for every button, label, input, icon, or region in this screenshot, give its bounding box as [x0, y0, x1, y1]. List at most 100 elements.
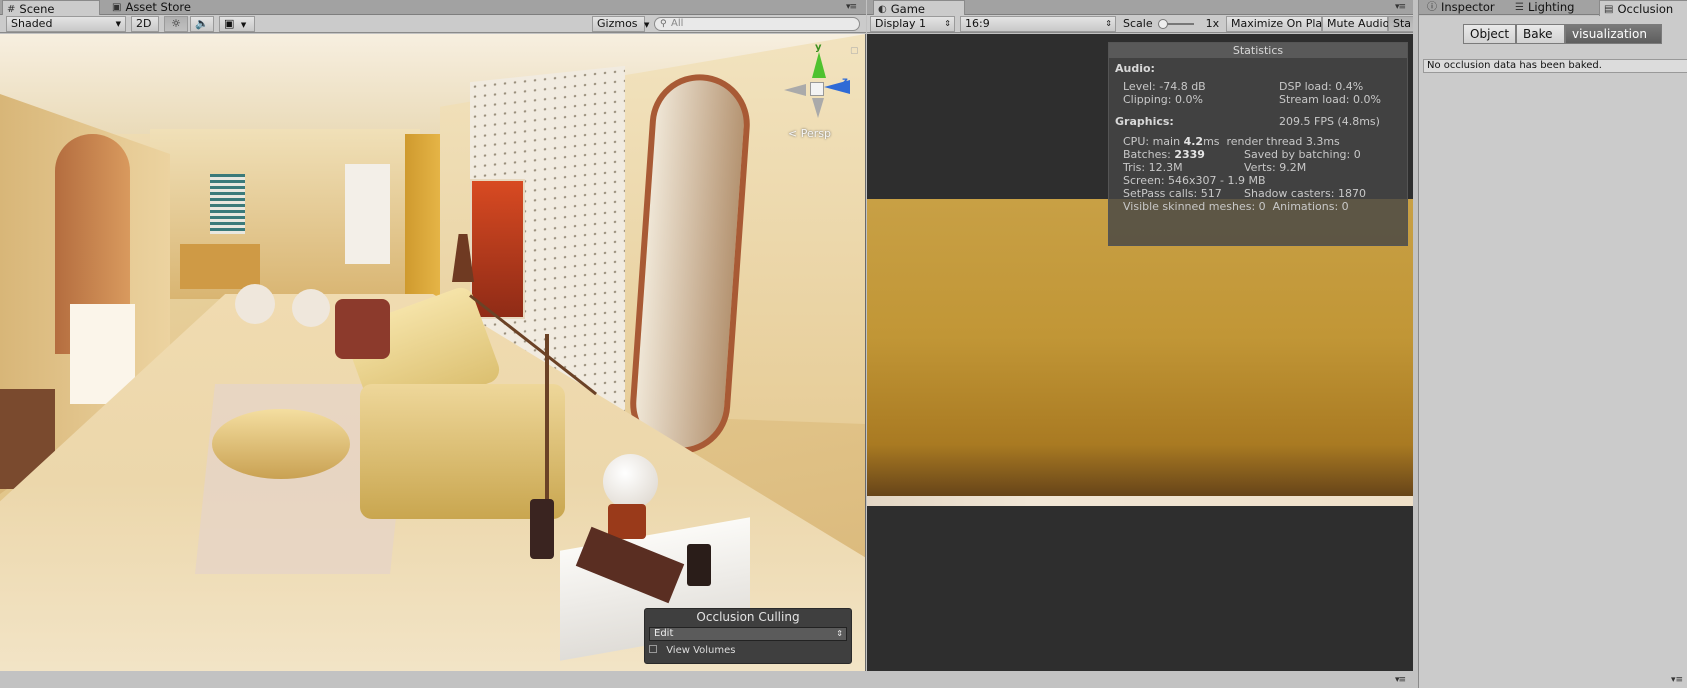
scene-search-input[interactable]: ⚲ All: [654, 17, 860, 31]
gizmo-x-cone[interactable]: [784, 84, 806, 96]
aspect-dropdown[interactable]: 16:9 ⇕: [960, 16, 1116, 32]
game-tab-strip: ◐ Game ▾≡: [867, 0, 1413, 17]
segment-bake-label: Bake: [1523, 27, 1553, 41]
shadow-casters-readout: Shadow casters: 1870: [1244, 187, 1366, 200]
gizmos-label: Gizmos: [597, 17, 638, 30]
cpu-rest: ms render thread 3.3ms: [1203, 135, 1340, 148]
stats-label: Sta: [1393, 17, 1412, 30]
chevron-down-icon: ▼: [240, 21, 247, 29]
chevron-down-icon: ▼: [115, 20, 121, 28]
audio-level: Level: -74.8 dB: [1123, 80, 1206, 93]
checkbox-icon[interactable]: [649, 645, 657, 653]
right-panel: ⓘ Inspector ☰ Lighting ▤ Occlusion Objec…: [1418, 0, 1687, 688]
batches-label: Batches:: [1123, 148, 1175, 161]
info-icon: ⓘ: [1427, 2, 1437, 13]
scale-slider[interactable]: [1158, 19, 1195, 29]
gizmo-y-cone[interactable]: [812, 52, 826, 78]
bake-status-message: No occlusion data has been baked.: [1423, 59, 1687, 73]
scale-control[interactable]: Scale 1x: [1123, 17, 1219, 30]
lighting-toggle-button[interactable]: ☼: [164, 16, 188, 32]
tab-inspector[interactable]: ⓘ Inspector: [1423, 0, 1501, 15]
game-floor-strip: [867, 496, 1413, 506]
table-lamp-base: [608, 504, 646, 539]
setpass-readout: SetPass calls: 517: [1123, 187, 1222, 200]
view-volumes-toggle[interactable]: View Volumes: [649, 645, 736, 656]
dark-vase: [530, 499, 554, 559]
gizmo-z-label: z: [842, 76, 848, 87]
persp-label[interactable]: < Persp: [788, 127, 831, 140]
bake-status-text: No occlusion data has been baked.: [1427, 60, 1602, 71]
audio-header: Audio:: [1115, 62, 1155, 75]
scene-bottom-bar: [0, 671, 866, 688]
armchair: [335, 299, 390, 359]
panel-menu-icon[interactable]: ▾≡: [1395, 2, 1406, 12]
kitchen-cabinets: [180, 244, 260, 289]
fps-readout: 209.5 FPS (4.8ms): [1279, 115, 1380, 128]
panel-menu-icon[interactable]: ▾≡: [846, 2, 857, 12]
far-doorway: [345, 164, 390, 264]
scene-gizmo[interactable]: y z ▢: [780, 42, 860, 126]
wall-art: [470, 179, 525, 319]
statistics-overlay: Statistics Audio: Level: -74.8 dB DSP lo…: [1108, 42, 1408, 246]
display-dropdown[interactable]: Display 1 ⇕: [870, 16, 955, 32]
stats-toggle[interactable]: Sta: [1388, 16, 1413, 32]
saved-by-batching: Saved by batching: 0: [1244, 148, 1361, 161]
2d-toggle-label: 2D: [136, 17, 152, 30]
ottoman: [212, 409, 350, 479]
skinned-meshes-readout: Visible skinned meshes: 0 Animations: 0: [1123, 200, 1349, 213]
2d-toggle-button[interactable]: 2D: [131, 16, 159, 32]
dining-chair: [235, 284, 275, 324]
gizmos-dropdown[interactable]: Gizmos ▼: [592, 16, 649, 32]
occlusion-body: Object Bake visualization No occlusion d…: [1419, 16, 1687, 688]
maximize-on-play-toggle[interactable]: Maximize On Play: [1226, 16, 1329, 32]
tab-asset-store-label: Asset Store: [125, 0, 191, 14]
sun-icon: ☼: [171, 17, 181, 30]
tab-occlusion[interactable]: ▤ Occlusion: [1599, 0, 1687, 17]
panel-menu-icon[interactable]: ▾≡: [1671, 675, 1683, 685]
segment-object-label: Object: [1470, 27, 1510, 41]
occlusion-overlay-title: Occlusion Culling: [696, 610, 800, 624]
scale-slider-thumb[interactable]: [1158, 19, 1169, 29]
mute-audio-toggle[interactable]: Mute Audio: [1322, 16, 1390, 32]
chevron-updown-icon: ⇕: [1105, 19, 1112, 28]
game-toolbar: Display 1 ⇕ 16:9 ⇕ Scale 1x Maximize On …: [867, 15, 1413, 33]
game-bottom-bar: ▾≡: [867, 671, 1413, 688]
mute-label: Mute Audio: [1327, 17, 1390, 30]
tab-lighting[interactable]: ☰ Lighting: [1511, 0, 1580, 15]
tab-occlusion-label: Occlusion: [1617, 1, 1674, 16]
tris-readout: Tris: 12.3M: [1123, 161, 1183, 174]
segment-bake[interactable]: Bake: [1516, 24, 1565, 44]
screen-readout: Screen: 546x307 - 1.9 MB: [1123, 174, 1266, 187]
lock-icon[interactable]: ▢: [850, 46, 859, 56]
segment-visualization[interactable]: visualization: [1565, 24, 1662, 44]
shading-mode-dropdown[interactable]: Shaded ▼: [6, 16, 126, 32]
statistics-title: Statistics: [1109, 43, 1407, 58]
occlusion-icon: ▤: [1604, 3, 1614, 15]
effects-dropdown[interactable]: ▣ ▼: [219, 16, 255, 32]
game-viewport[interactable]: Statistics Audio: Level: -74.8 dB DSP lo…: [867, 34, 1413, 671]
stream-load: Stream load: 0.0%: [1279, 93, 1381, 106]
panel-menu-icon[interactable]: ▾≡: [1395, 675, 1406, 685]
floor-lamp-pole: [545, 334, 549, 524]
shading-mode-label: Shaded: [11, 17, 53, 30]
occlusion-mode-dropdown[interactable]: Edit ⇕: [649, 627, 847, 641]
gizmo-center-cube[interactable]: [810, 82, 824, 96]
gizmo-neg-y-cone[interactable]: [812, 98, 824, 118]
gizmo-y-label: y: [815, 42, 822, 53]
cpu-label: CPU: main: [1123, 135, 1184, 148]
dsp-load: DSP load: 0.4%: [1279, 80, 1364, 93]
right-tab-strip: ⓘ Inspector ☰ Lighting ▤ Occlusion: [1419, 0, 1687, 17]
scene-viewport[interactable]: y z ▢ < Persp Occlusion Culling Edit ⇕ V…: [0, 34, 866, 671]
display-label: Display 1: [875, 17, 927, 30]
audio-clipping: Clipping: 0.0%: [1123, 93, 1203, 106]
segment-object[interactable]: Object: [1463, 24, 1516, 44]
scene-tab-strip: # Scene ▣ Asset Store ▾≡: [0, 0, 866, 17]
store-bag-icon: ▣: [112, 2, 122, 13]
maximize-label: Maximize On Play: [1231, 17, 1329, 30]
persp-text: Persp: [800, 127, 831, 140]
tab-asset-store[interactable]: ▣ Asset Store: [108, 0, 197, 15]
dining-chair: [292, 289, 330, 327]
cpu-main-value: 4.2: [1183, 135, 1204, 148]
scene-toolbar: Shaded ▼ 2D ☼ 🔈 ▣ ▼ Gizmos ▼ ⚲ All: [0, 15, 866, 33]
audio-toggle-button[interactable]: 🔈: [190, 16, 214, 32]
